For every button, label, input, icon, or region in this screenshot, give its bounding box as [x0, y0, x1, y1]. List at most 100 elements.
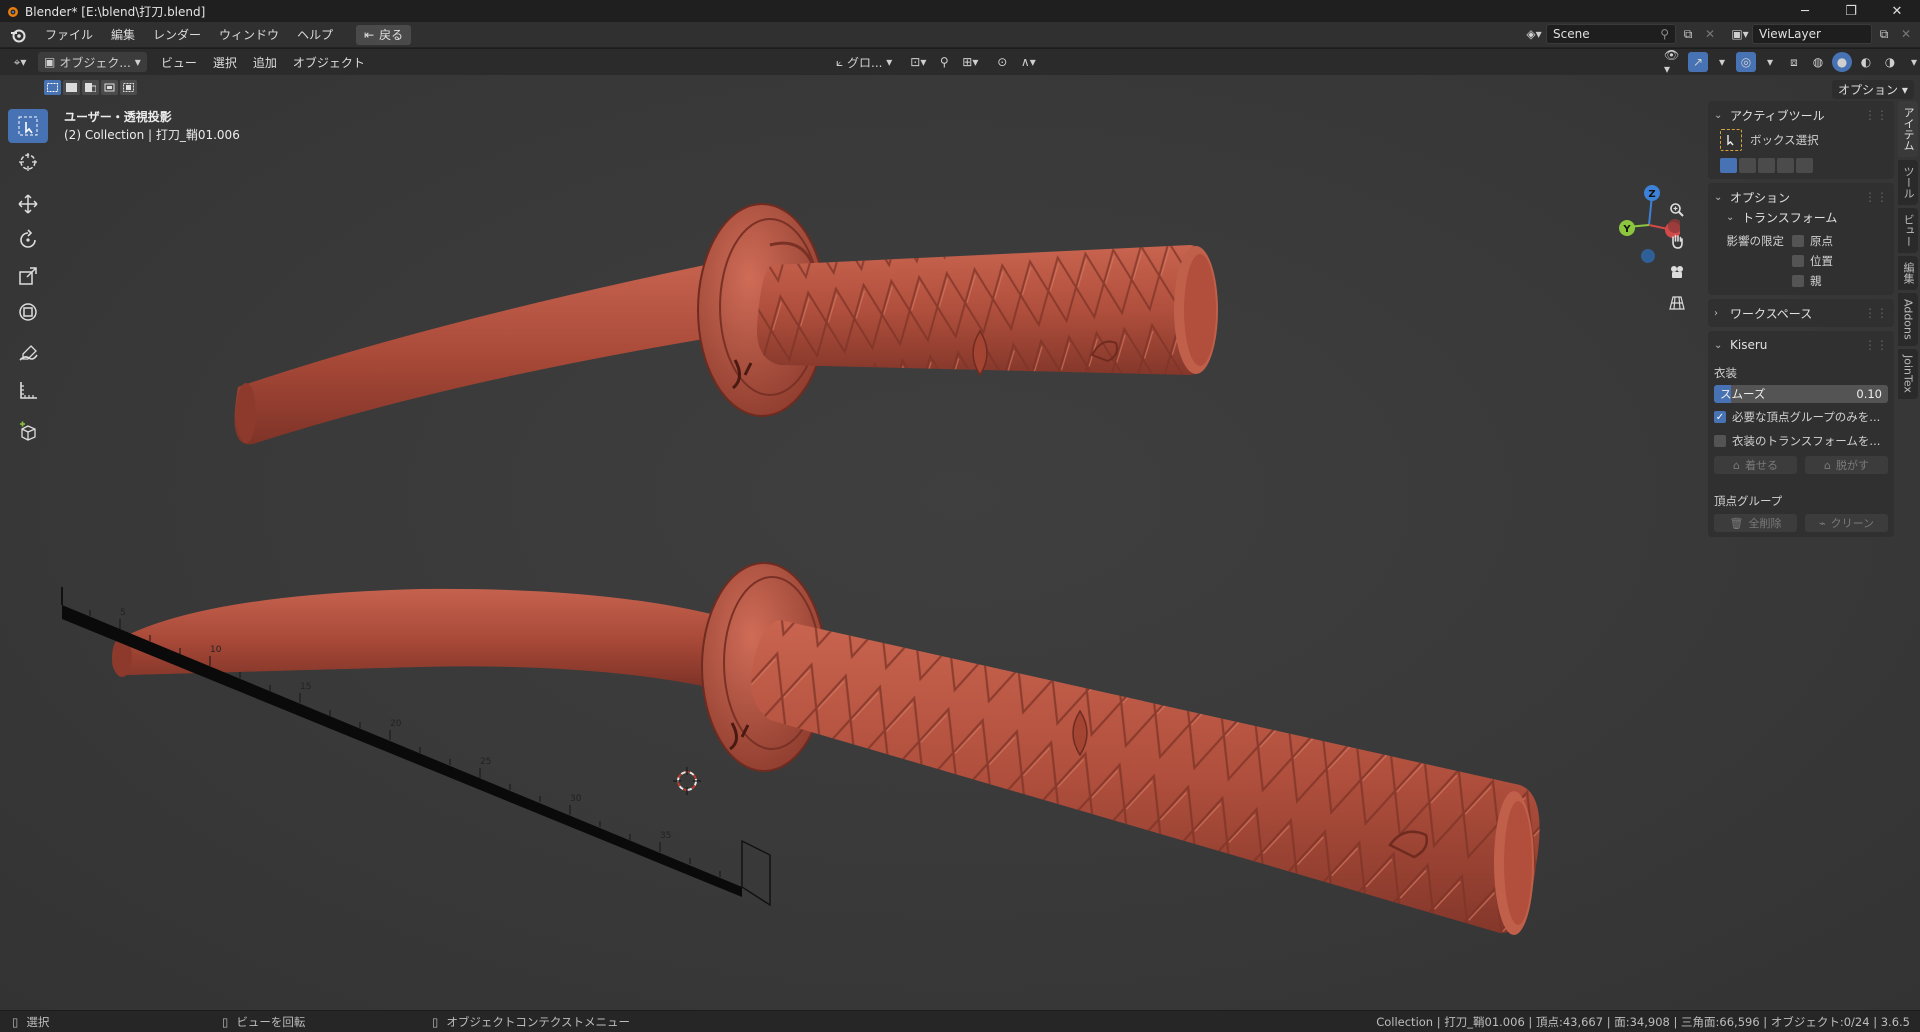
gizmo-dropdown-icon[interactable]: ▾	[1712, 52, 1732, 72]
tool-select-invert-icon[interactable]	[1777, 157, 1794, 173]
drag-handle-icon[interactable]: ⋮⋮	[1864, 306, 1888, 320]
close-button[interactable]: ✕	[1874, 0, 1920, 22]
options-header[interactable]: ⌄ オプション ⋮⋮	[1714, 187, 1888, 207]
katana-model-upper[interactable]	[234, 203, 1218, 445]
solid-shading-icon[interactable]: ●	[1832, 52, 1852, 72]
kiseru-header[interactable]: ⌄ Kiseru ⋮⋮	[1714, 335, 1888, 355]
xray-icon[interactable]: ⧈	[1784, 52, 1804, 72]
undress-button[interactable]: ⌂ 脱がす	[1805, 456, 1888, 474]
tool-select-intersect-icon[interactable]	[1796, 157, 1813, 173]
snap-icon[interactable]: ⚲	[934, 52, 954, 72]
vertex-groups-only-checkbox[interactable]: ✓	[1714, 411, 1726, 423]
select-intersect-icon[interactable]	[120, 80, 137, 95]
tool-select-new-icon[interactable]	[1720, 157, 1737, 173]
smooth-slider[interactable]: スムーズ 0.10	[1714, 385, 1888, 403]
menu-object[interactable]: オブジェクト	[285, 54, 373, 71]
back-button[interactable]: ⇤ 戻る	[356, 24, 412, 45]
material-shading-icon[interactable]: ◐	[1856, 52, 1876, 72]
pivot-point-icon[interactable]: ⊡▾	[908, 52, 928, 72]
proportional-edit-icon[interactable]: ⊙	[992, 52, 1012, 72]
pan-hand-icon[interactable]	[1662, 226, 1692, 256]
measure-tool-icon[interactable]	[8, 373, 48, 407]
active-tool-header[interactable]: ⌄ アクティブツール ⋮⋮	[1714, 105, 1888, 125]
menu-add[interactable]: 追加	[245, 54, 285, 71]
select-extend-icon[interactable]	[63, 80, 80, 95]
camera-view-icon[interactable]	[1662, 257, 1692, 287]
menu-window[interactable]: ウィンドウ	[210, 24, 288, 46]
maximize-button[interactable]: ❐	[1828, 0, 1874, 22]
shading-dropdown-icon[interactable]: ▾	[1904, 52, 1920, 72]
affect-location-checkbox[interactable]	[1792, 255, 1804, 267]
visibility-icon[interactable]: 👁▾	[1664, 48, 1684, 76]
options-title: オプション	[1730, 190, 1791, 205]
transform-orientation-dropdown[interactable]: ⟀ グロ... ▾	[836, 52, 892, 72]
tab-edit[interactable]: 編集	[1898, 256, 1918, 290]
rendered-shading-icon[interactable]: ◑	[1880, 52, 1900, 72]
new-viewlayer-icon[interactable]: ⧉	[1874, 24, 1894, 44]
cursor-tool-icon[interactable]	[8, 145, 48, 179]
gizmo-neg-z-axis[interactable]	[1641, 249, 1655, 263]
scale-tool-icon[interactable]	[8, 259, 48, 293]
perspective-grid-icon[interactable]	[1662, 288, 1692, 318]
viewlayer-browse-icon[interactable]: ▣▾	[1730, 24, 1750, 44]
tab-view[interactable]: ビュー	[1898, 208, 1918, 253]
mouse-right-icon: ▯	[432, 1015, 439, 1029]
clean-button[interactable]: ⌁ クリーン	[1805, 514, 1888, 532]
drag-handle-icon[interactable]: ⋮⋮	[1864, 108, 1888, 122]
minimize-button[interactable]: ─	[1782, 0, 1828, 22]
affect-origin-checkbox[interactable]	[1792, 235, 1804, 247]
select-subtract-icon[interactable]	[82, 80, 99, 95]
options-dropdown[interactable]: オプション ▾	[1832, 80, 1914, 99]
tab-item[interactable]: アイテム	[1898, 101, 1918, 157]
drag-handle-icon[interactable]: ⋮⋮	[1864, 190, 1888, 204]
affect-parent-checkbox[interactable]	[1792, 275, 1804, 287]
delete-all-button[interactable]: 🗑 全削除	[1714, 514, 1797, 532]
tab-addons[interactable]: Addons	[1898, 293, 1918, 346]
falloff-icon[interactable]: ∧▾	[1018, 52, 1038, 72]
menu-edit[interactable]: 編集	[102, 24, 144, 46]
viewport-header: ⌖▾ ▣ オブジェク... ▾ ビュー 選択 追加 オブジェクト ⟀ グロ...…	[0, 48, 1920, 76]
tab-jointex[interactable]: JoinTex	[1898, 348, 1918, 399]
add-cube-tool-icon[interactable]	[8, 415, 48, 449]
menu-render[interactable]: レンダー	[144, 24, 210, 46]
viewlayer-field[interactable]: ViewLayer	[1752, 24, 1872, 44]
tool-select-subtract-icon[interactable]	[1758, 157, 1775, 173]
blender-menu-icon[interactable]	[8, 25, 28, 45]
workspace-header[interactable]: › ワークスペース ⋮⋮	[1714, 303, 1888, 323]
select-invert-icon[interactable]	[101, 80, 118, 95]
editor-type-icon[interactable]: ⌖▾	[10, 52, 30, 72]
gizmo-toggle-icon[interactable]: ↗	[1688, 52, 1708, 72]
annotate-tool-icon[interactable]	[8, 337, 48, 371]
snap-target-icon[interactable]: ⊞▾	[960, 52, 980, 72]
move-tool-icon[interactable]	[8, 187, 48, 221]
delete-scene-icon[interactable]: ✕	[1700, 24, 1720, 44]
menu-view[interactable]: ビュー	[153, 54, 205, 71]
new-scene-icon[interactable]: ⧉	[1678, 24, 1698, 44]
menu-select[interactable]: 選択	[205, 54, 245, 71]
delete-viewlayer-icon[interactable]: ✕	[1896, 24, 1916, 44]
rotate-tool-icon[interactable]	[8, 223, 48, 257]
tab-tool[interactable]: ツール	[1898, 160, 1918, 205]
katana-model-lower[interactable]	[112, 562, 1540, 935]
select-box-tool-icon[interactable]	[8, 109, 48, 143]
transform-tool-icon[interactable]	[8, 295, 48, 329]
costume-transform-checkbox[interactable]	[1714, 435, 1726, 447]
overlay-dropdown-icon[interactable]: ▾	[1760, 52, 1780, 72]
3d-viewport[interactable]: 5 10 15 20 25 30 35 Z Y ユーザー・透視投影 (2) Co…	[0, 75, 1920, 1010]
3d-cursor-icon[interactable]	[673, 767, 701, 795]
wireframe-shading-icon[interactable]: ◍	[1808, 52, 1828, 72]
box-select-icon[interactable]	[1720, 129, 1742, 151]
zoom-icon[interactable]	[1662, 195, 1692, 225]
select-new-icon[interactable]	[44, 80, 61, 95]
pin-icon[interactable]: ⚲	[1660, 27, 1669, 41]
menu-help[interactable]: ヘルプ	[288, 24, 342, 46]
drag-handle-icon[interactable]: ⋮⋮	[1864, 338, 1888, 352]
tool-select-extend-icon[interactable]	[1739, 157, 1756, 173]
transform-subheader[interactable]: ⌄ トランスフォーム	[1714, 207, 1888, 227]
scene-browse-icon[interactable]: ◈▾	[1524, 24, 1544, 44]
wear-button[interactable]: ⌂ 着せる	[1714, 456, 1797, 474]
scene-field[interactable]: Scene ⚲	[1546, 24, 1676, 44]
overlay-toggle-icon[interactable]: ◎	[1736, 52, 1756, 72]
menu-file[interactable]: ファイル	[36, 24, 102, 46]
mode-dropdown[interactable]: ▣ オブジェク... ▾	[38, 52, 147, 72]
